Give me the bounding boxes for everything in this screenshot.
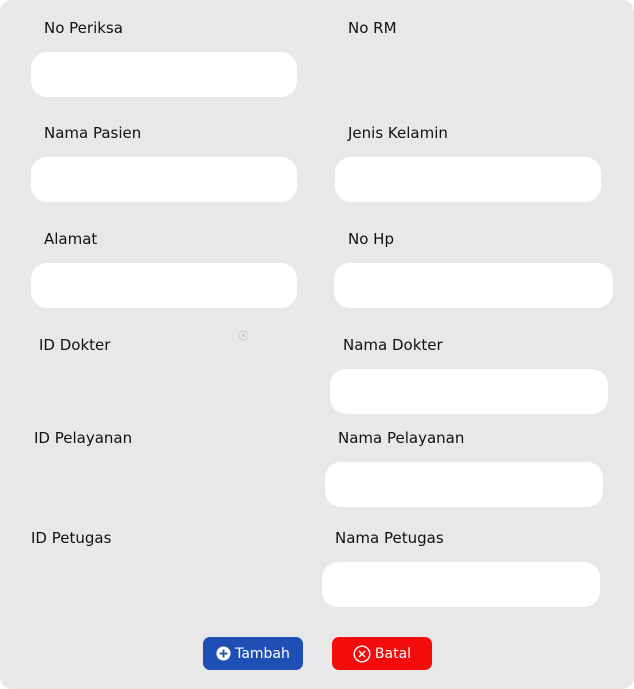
cancel-button-label: Batal [374,645,412,662]
nama-petugas-input[interactable] [322,562,600,607]
jenis-kelamin-label: Jenis Kelamin [348,124,448,142]
nama-pelayanan-input[interactable] [325,462,603,507]
no-rm-label: No RM [348,19,397,37]
cancel-button[interactable]: Batal [332,637,432,670]
nama-dokter-input[interactable] [330,369,608,414]
alamat-input[interactable] [31,263,297,308]
no-periksa-label: No Periksa [44,19,123,37]
x-circle-icon [353,644,371,663]
form-panel: No Periksa No RM Nama Pasien Jenis Kelam… [0,0,634,689]
nama-pelayanan-label: Nama Pelayanan [338,429,465,447]
nama-pasien-input[interactable] [31,157,297,202]
nama-pasien-label: Nama Pasien [44,124,142,142]
plus-circle-icon [216,646,231,661]
add-button-label: Tambah [235,645,290,662]
no-hp-label: No Hp [348,230,394,248]
no-periksa-input[interactable] [31,52,297,97]
nama-dokter-label: Nama Dokter [343,336,443,354]
no-hp-input[interactable] [334,263,613,308]
id-dokter-label: ID Dokter [39,336,111,354]
add-button[interactable]: Tambah [203,637,303,670]
cursor-icon [238,326,249,345]
jenis-kelamin-input[interactable] [335,157,601,202]
id-petugas-label: ID Petugas [31,529,112,547]
alamat-label: Alamat [44,230,98,248]
id-pelayanan-label: ID Pelayanan [34,429,133,447]
nama-petugas-label: Nama Petugas [335,529,444,547]
